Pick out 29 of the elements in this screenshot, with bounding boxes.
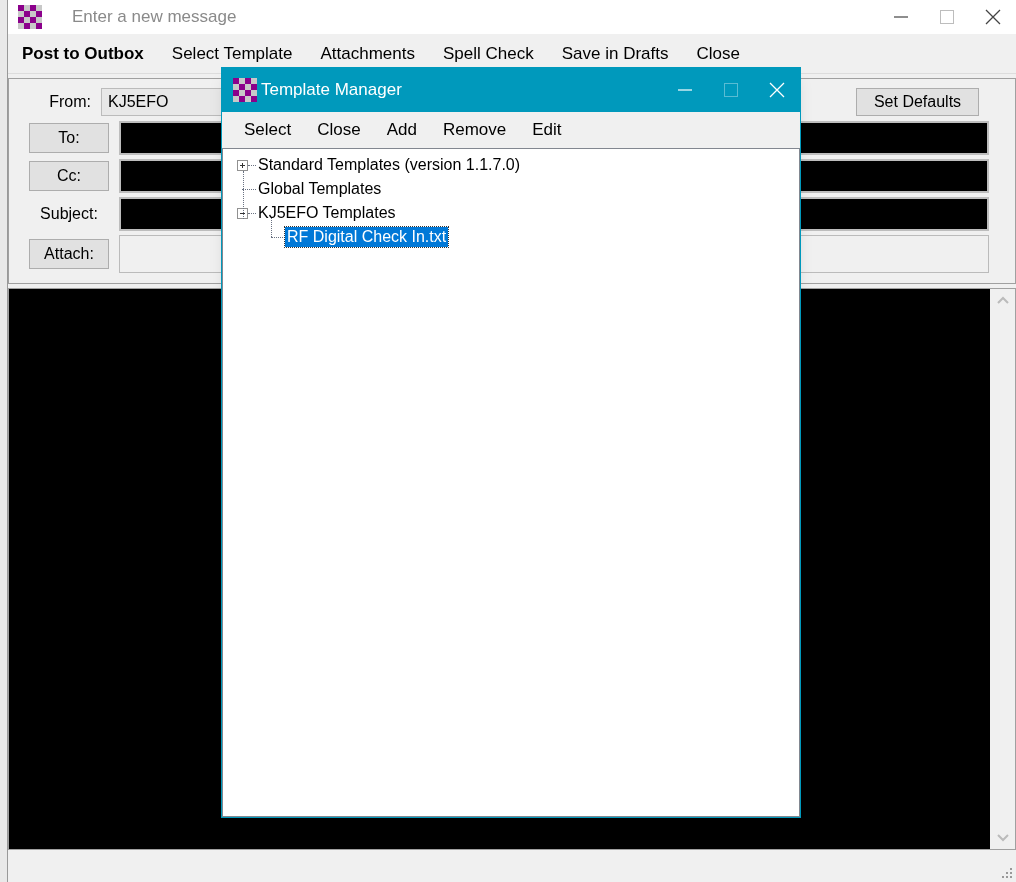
menu-item[interactable]: Edit: [532, 117, 562, 143]
attach-button[interactable]: Attach:: [29, 239, 109, 269]
menu-item[interactable]: Add: [386, 117, 417, 143]
tree-item[interactable]: KJ5EFO Templates: [256, 203, 398, 223]
collapse-icon[interactable]: [237, 207, 248, 219]
from-label: From:: [48, 92, 92, 112]
scroll-up-icon[interactable]: [995, 295, 1010, 305]
cc-button[interactable]: Cc:: [29, 161, 109, 191]
expand-icon[interactable]: [237, 159, 248, 171]
menu-item[interactable]: Remove: [442, 117, 507, 143]
subject-label: Subject:: [39, 204, 99, 224]
app-icon: [18, 5, 42, 29]
menu-item[interactable]: Post to Outbox: [22, 40, 144, 67]
set-defaults-button[interactable]: Set Defaults: [856, 88, 979, 116]
menu-item[interactable]: Save in Drafts: [561, 40, 669, 67]
menu-item[interactable]: Close: [696, 40, 740, 67]
menu-item[interactable]: Close: [317, 117, 361, 143]
resize-grip-icon[interactable]: [999, 865, 1013, 879]
scroll-down-icon[interactable]: [995, 833, 1010, 843]
menu-item[interactable]: Select Template: [171, 40, 293, 67]
dialog-icon: [233, 78, 257, 102]
tree-item[interactable]: Global Templates: [256, 179, 384, 199]
menu-item[interactable]: Spell Check: [443, 40, 534, 67]
menu-item[interactable]: Attachments: [320, 40, 415, 67]
tree-item[interactable]: RF Digital Check In.txt: [285, 227, 449, 247]
menu-item[interactable]: Select: [244, 117, 292, 143]
tree-item[interactable]: Standard Templates (version 1.1.7.0): [256, 155, 523, 175]
window-title: Enter a new message: [72, 6, 237, 29]
to-button[interactable]: To:: [29, 123, 109, 153]
